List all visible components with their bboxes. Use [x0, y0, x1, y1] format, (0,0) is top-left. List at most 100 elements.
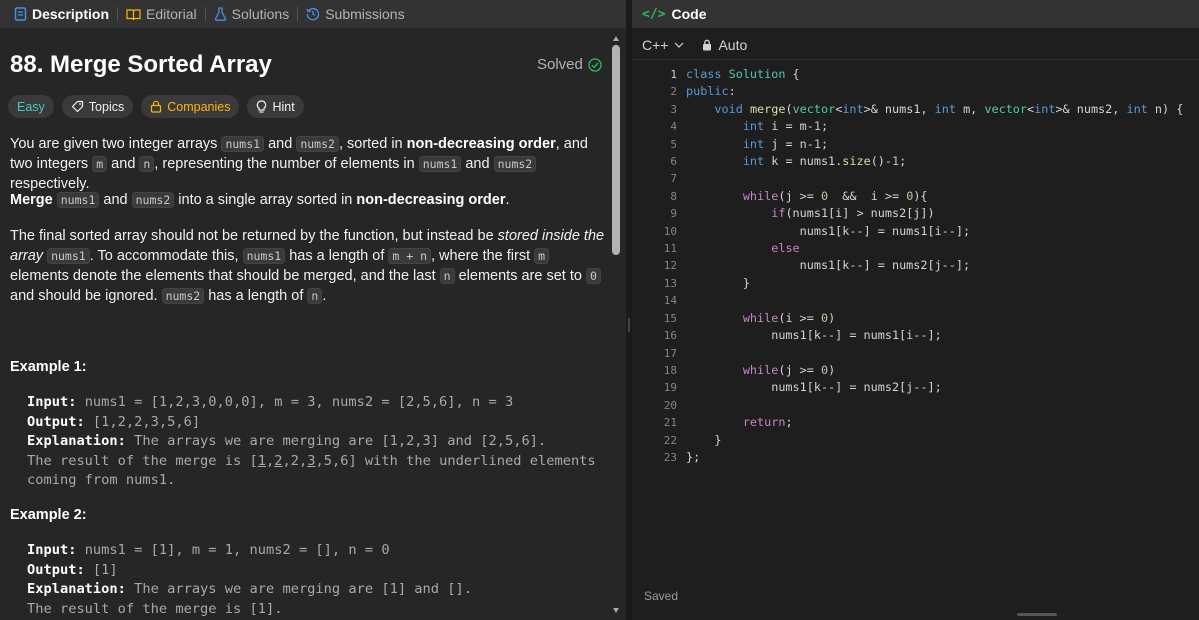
vertical-scrollbar[interactable]	[612, 45, 620, 255]
line-number: 1	[670, 68, 677, 81]
code-line[interactable]: else	[686, 240, 1183, 257]
code-line[interactable]: int j = n-1;	[686, 136, 1183, 153]
lock-icon	[150, 100, 162, 113]
chevron-down-icon	[674, 42, 684, 48]
example-input: Input: nums1 = [1,2,3,0,0,0], m = 3, num…	[27, 393, 617, 413]
description-tabs: Description Editorial Solutions Submissi…	[0, 0, 626, 28]
text: and should be ignored.	[10, 288, 162, 304]
text: and	[264, 136, 297, 152]
code-panel-header: </> Code	[632, 0, 1199, 28]
inline-code: nums1	[418, 156, 462, 172]
check-circle-icon	[588, 57, 602, 72]
code-line[interactable]: if(nums1[i] > nums2[j])	[686, 205, 1183, 222]
code-line[interactable]: while(j >= 0)	[686, 362, 1183, 379]
inline-code: m	[92, 156, 108, 172]
code-line[interactable]: ​	[686, 292, 1183, 309]
output-label: Output:	[27, 413, 85, 430]
tab-solutions[interactable]: Solutions	[208, 0, 296, 28]
code-line[interactable]: int k = nums1.size()-1;	[686, 153, 1183, 170]
code-line[interactable]: while(j >= 0 && i >= 0){	[686, 188, 1183, 205]
line-number: 15	[663, 311, 677, 325]
line-number: 11	[663, 242, 677, 256]
language-select[interactable]: C++	[642, 37, 684, 53]
description-paragraph-3: The final sorted array should not be ret…	[10, 226, 610, 306]
page-title: 88. Merge Sorted Array	[10, 51, 272, 78]
text: elements denote the elements that should…	[10, 268, 440, 284]
code-line[interactable]: nums1[k--] = nums2[j--];	[686, 379, 1183, 396]
code-line[interactable]: int i = m-1;	[686, 118, 1183, 135]
scroll-down-arrow[interactable]	[613, 608, 619, 613]
text: , representing the number of elements in	[154, 156, 419, 172]
bold-text: Merge	[10, 192, 53, 208]
horizontal-scrollbar[interactable]	[1017, 613, 1057, 616]
line-number: 3	[670, 102, 677, 116]
code-line[interactable]: nums1[k--] = nums2[j--];	[686, 257, 1183, 274]
input-value: nums1 = [1,2,3,0,0,0], m = 3, nums2 = [2…	[76, 394, 514, 410]
solved-label: Solved	[537, 56, 583, 73]
inline-code: n	[307, 288, 323, 304]
description-icon	[14, 7, 27, 21]
line-number: 8	[670, 189, 677, 203]
code-icon: </>	[642, 6, 666, 22]
companies-label: Companies	[167, 99, 231, 114]
code-line[interactable]: class Solution {	[686, 66, 1183, 83]
example-2-block: Input: nums1 = [1], m = 1, nums2 = [], n…	[27, 541, 617, 619]
topics-button[interactable]: Topics	[61, 95, 134, 118]
line-number: 17	[663, 346, 677, 360]
example-explanation: Explanation: The arrays we are merging a…	[27, 432, 617, 452]
text: and	[99, 192, 132, 208]
code-editor[interactable]: class Solution {public: void merge(vecto…	[686, 66, 1183, 466]
auto-mode[interactable]: Auto	[702, 37, 747, 53]
bold-text: non-decreasing order	[356, 192, 506, 208]
code-line[interactable]: return;	[686, 414, 1183, 431]
tab-separator	[204, 7, 206, 21]
code-line[interactable]: public:	[686, 83, 1183, 100]
inline-code: n	[139, 156, 155, 172]
text: , sorted in	[338, 136, 407, 152]
resize-handle[interactable]	[628, 318, 630, 332]
code-line[interactable]: ​	[686, 170, 1183, 187]
example-1-heading: Example 1:	[10, 359, 87, 375]
code-line[interactable]: nums1[k--] = nums1[i--];	[686, 223, 1183, 240]
line-number: 20	[663, 398, 677, 412]
bold-text: non-decreasing order	[406, 136, 556, 152]
example-output: Output: [1,2,2,3,5,6]	[27, 413, 617, 433]
tab-description[interactable]: Description	[8, 0, 115, 28]
example-result: The result of the merge is [1,2,2,3,5,6]…	[27, 452, 617, 472]
code-line[interactable]: ​	[686, 397, 1183, 414]
code-line[interactable]: void merge(vector<int>& nums1, int m, ve…	[686, 101, 1183, 118]
topics-label: Topics	[88, 99, 125, 114]
line-number: 5	[670, 137, 677, 151]
text: . To accommodate this,	[89, 248, 243, 264]
code-line[interactable]: };	[686, 449, 1183, 466]
result-text: ,5,6] with the underlined elements	[315, 452, 596, 469]
tab-submissions[interactable]: Submissions	[300, 0, 410, 28]
line-number: 13	[663, 276, 677, 290]
code-line[interactable]: }	[686, 275, 1183, 292]
line-number: 6	[670, 155, 677, 169]
inline-code: nums2	[161, 288, 205, 304]
output-value: [1]	[84, 561, 118, 578]
line-number: 12	[663, 259, 677, 273]
code-panel: </> Code C++ Auto 1 2 3 4 5 6 7 8 9 10 11 12 13 14 15 1…	[632, 0, 1199, 620]
code-line[interactable]: }	[686, 432, 1183, 449]
tag-icon	[71, 100, 84, 113]
tab-editorial[interactable]: Editorial	[120, 0, 203, 28]
code-line[interactable]: nums1[k--] = nums1[i--];	[686, 327, 1183, 344]
editor-toolbar: C++ Auto	[632, 30, 1199, 60]
scroll-up-arrow[interactable]	[613, 36, 619, 41]
input-value: nums1 = [1], m = 1, nums2 = [], n = 0	[76, 542, 390, 558]
text: into a single array sorted in	[174, 192, 357, 208]
line-number: 2	[670, 85, 677, 99]
result-text: The result of the merge is [	[27, 452, 258, 469]
code-line[interactable]: while(i >= 0)	[686, 310, 1183, 327]
companies-button[interactable]: Companies	[141, 95, 240, 118]
text: has a length of	[204, 288, 308, 304]
auto-label: Auto	[718, 36, 748, 53]
inline-code: nums1	[56, 192, 100, 208]
code-line[interactable]: ​	[686, 345, 1183, 362]
text: , where the first	[431, 248, 535, 264]
description-panel: Description Editorial Solutions Submissi…	[0, 0, 626, 620]
hint-button[interactable]: Hint	[247, 95, 304, 118]
line-number-gutter: 1 2 3 4 5 6 7 8 9 10 11 12 13 14 15 16 17 18 19 20 21 22 23	[632, 66, 677, 466]
